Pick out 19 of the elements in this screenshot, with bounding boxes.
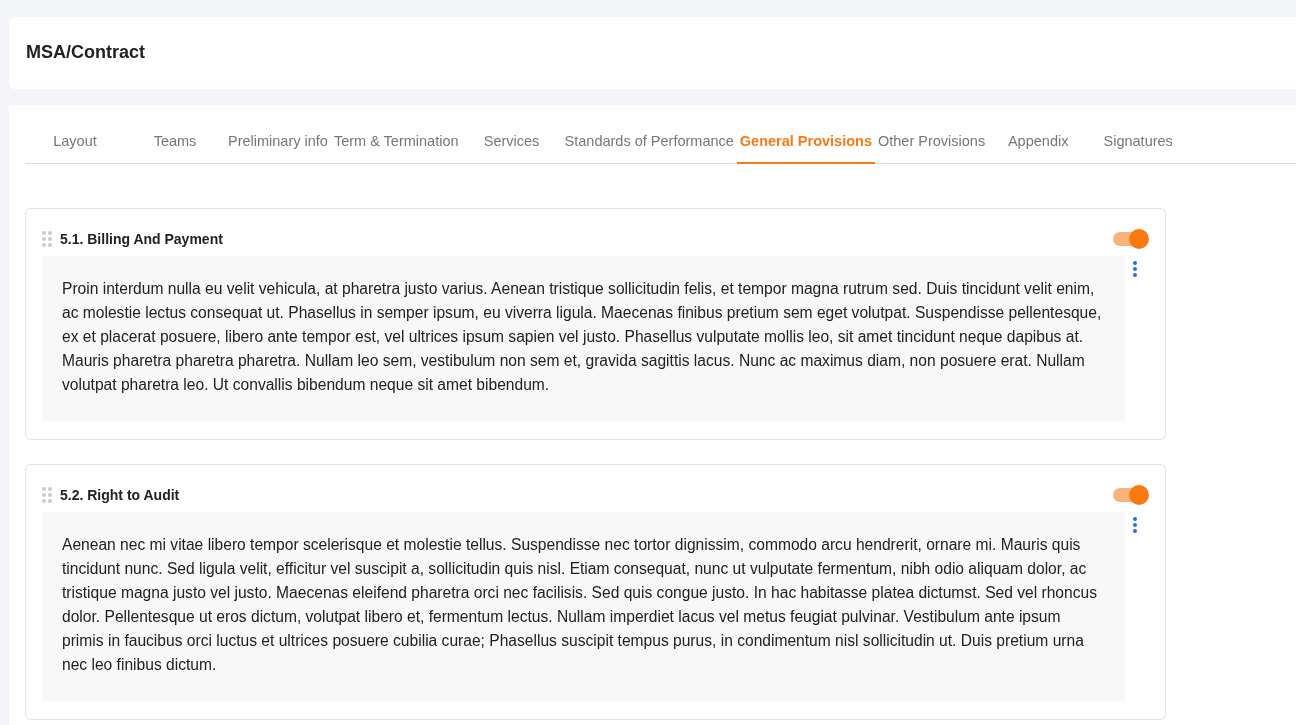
toggle-switch[interactable] (1113, 485, 1149, 506)
toggle-switch[interactable] (1113, 229, 1149, 250)
tab[interactable]: General Provisions (736, 121, 875, 164)
drag-handle-icon[interactable] (42, 487, 52, 504)
drag-handle-icon[interactable] (42, 231, 52, 248)
tab[interactable]: Layout (25, 121, 125, 164)
page-title: MSA/Contract (26, 42, 145, 64)
tab[interactable]: Term & Termination (330, 121, 462, 164)
section-text: Proin interdum nulla eu velit vehicula, at pharetra justo varius. Aenean tristique sollicitudin felis, et tempor magna rutrum sed. Duis tincidunt velit enim, ac molestie lectus consequat ut. Phasellus in semper ipsum, eu viverra ligula. Maecenas finibus pretium sem eget volutpat. Suspendisse pellentesque, ex et placerat posuere, libero ante tempor est, vel ultrices ipsum sapien vel justo. Phasellus vulputate mollis leo, sit amet tincidunt neque dapibus at. Mauris pharetra pharetra pharetra. Nullam leo sem, vestibulum non sem et, gravida sagittis lacus. Nunc ac maximus diam, non posuere erat. Nullam volutpat pharetra leo. Ut convallis bibendum neque sit amet bibendum. (42, 255, 1125, 421)
tab[interactable]: Services (461, 121, 562, 164)
tab[interactable]: Other Provisions (875, 121, 989, 164)
tab[interactable]: Preliminary info (225, 121, 331, 164)
tab[interactable]: Standards of Performance (561, 121, 737, 164)
tab[interactable]: Teams (125, 121, 225, 164)
tab[interactable]: Appendix (988, 121, 1089, 164)
section-text: Aenean nec mi vitae libero tempor scelerisque et molestie tellus. Suspendisse nec tortor dignissim, commodo arcu hendrerit, ornare mi. Mauris quis tincidunt nunc. Sed ligula velit, efficitur vel suscipit a, sollicitudin quis nisl. Etiam consequat, nunc ut vulputate fermentum, nibh odio aliquam dolor, ac tristique magna justo vel justo. Maecenas eleifend pharetra orci nec facilisis. Sed quis congue justo. In hac habitasse platea dictumst. Sed vel rhoncus dolor. Pellentesque ut eros dictum, volutpat libero et, fermentum lectus. Nullam imperdiet lacus vel metus feugiat pulvinar. Vestibulum ante ipsum primis in faucibus orci luctus et ultrices posuere cubilia curae; Phasellus suscipit tempus purus, in condimentum nisl sollicitudin ut. Duis pretium urna nec leo finibus dictum. (42, 511, 1125, 701)
tab[interactable]: Signatures (1088, 121, 1189, 164)
section-title: 5.2. Right to Audit (60, 485, 180, 505)
section-title: 5.1. Billing And Payment (60, 229, 223, 249)
